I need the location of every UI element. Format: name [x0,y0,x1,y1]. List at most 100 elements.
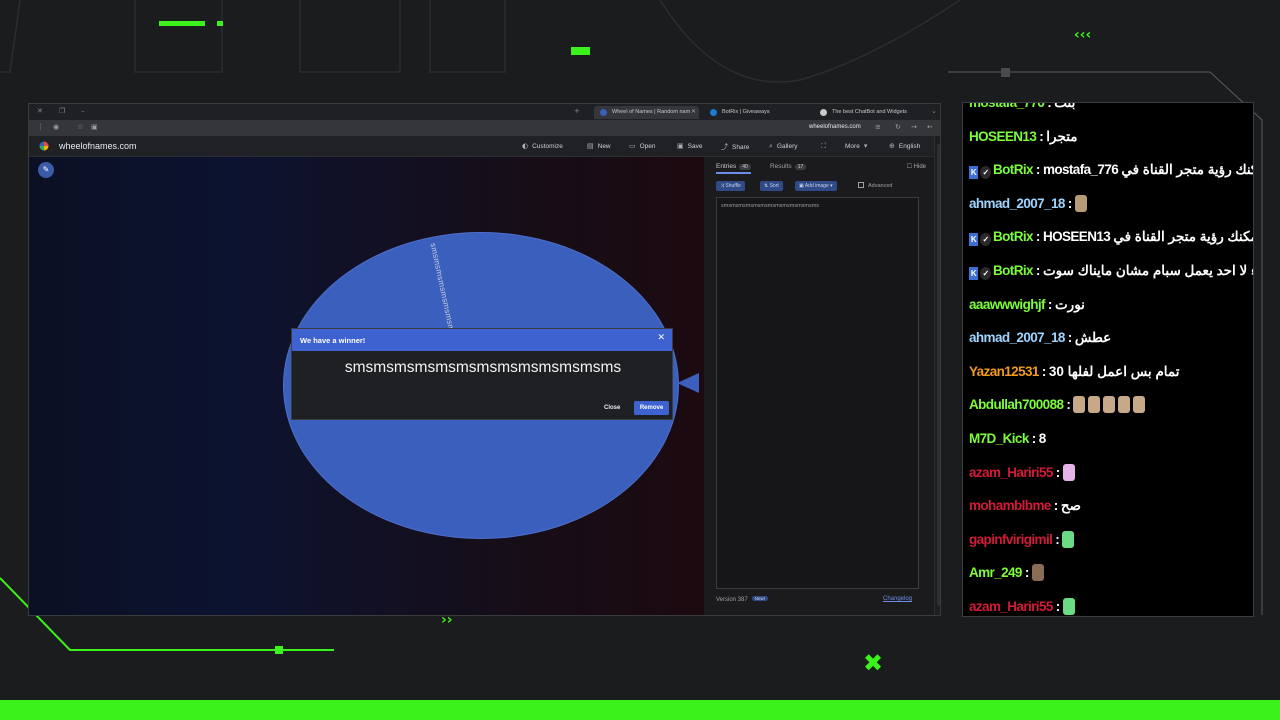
chat-username[interactable]: HOSEEN13 [969,129,1037,144]
nav-label: More [845,143,860,150]
tab-close-icon[interactable]: ✕ [691,108,696,115]
emote-icon [1133,396,1146,414]
advanced-label: Advanced [868,183,893,189]
nav-gallery[interactable]: ⌕ Gallery [769,142,798,151]
botrix-favicon-icon [710,109,717,116]
scrollbar-thumb[interactable] [937,144,940,606]
chat-username[interactable]: azam_Hariri55 [969,599,1053,614]
nav-fullscreen[interactable]: ⛶ [821,142,830,151]
shuffle-label: Shuffle [725,183,741,189]
add-image-button[interactable]: ▣ Add image ▾ [795,181,837,191]
url-field[interactable]: wheelofnames.com [809,124,861,130]
minimize-window-icon[interactable]: – [81,107,85,115]
chat-message: gapinfvirigimil: [969,528,1075,552]
chat-username[interactable]: Abdullah700088 [969,397,1064,412]
chat-message: Yazan12531: تمام بس اعمل لفلها 30 [969,360,1180,384]
verified-badge-icon: ✓ [980,233,991,247]
chat-username[interactable]: Yazan12531 [969,364,1039,379]
tab-search-icon[interactable]: ⌄ [931,107,937,115]
nav-open[interactable]: ▭ Open [629,142,656,150]
forward-icon[interactable]: → [911,123,917,131]
sort-button[interactable]: ⇅ Sort [760,181,783,191]
chat-message: ahmad_2007_18: [969,192,1087,216]
chat-username[interactable]: BotRix [993,162,1034,177]
chat-panel: mostafa_776: بنت HOSEEN13: متجرا K ✓ BotRix:… [962,102,1254,617]
restore-window-icon[interactable]: ❐ [59,107,65,115]
checkbox-icon [858,182,864,188]
emote-icon [1074,194,1087,212]
advanced-toggle[interactable]: Advanced [858,181,892,191]
chat-username[interactable]: Amr_249 [969,565,1022,580]
chat-username[interactable]: ahmad_2007_18 [969,196,1065,211]
results-count-badge: 17 [794,164,807,170]
add-image-label: Add image [804,183,829,189]
chat-username[interactable]: gapinfvirigimil [969,532,1053,547]
tab-results[interactable]: Results 17 [770,163,807,170]
edit-pencil-button[interactable]: ✎ [38,162,54,178]
hide-panel-toggle[interactable]: ☐ Hide [907,163,926,170]
tab-wheel-of-names[interactable]: Wheel of Names | Random nam ✕ [594,106,699,119]
chat-text: : صح [1053,498,1082,514]
chat-username[interactable]: ahmad_2007_18 [969,330,1065,345]
nav-customize[interactable]: ◐ Customize [522,142,563,150]
shuffle-button[interactable]: ⤨ Shuffle [716,181,745,191]
sort-label: Sort [769,183,779,189]
tab-botrix-giveaways[interactable]: BotRix | Giveaways [704,106,809,119]
deco-grey-square [1001,68,1010,77]
menu-dots-icon[interactable]: ⋮ [37,123,44,131]
checkbox-icon: ☐ [906,164,914,170]
tab-entries-label: Entries [716,163,737,170]
page-scrollbar[interactable] [934,136,940,615]
new-file-icon: ▤ [587,142,594,150]
nav-more[interactable]: More ▾ [845,142,871,150]
star-icon[interactable]: ☆ [77,123,83,131]
nav-share[interactable]: ⤴ Share [721,142,749,152]
nav-language[interactable]: ⊕ English [889,142,920,150]
chat-message: M7D_Kick: 8 [969,427,1046,451]
emote-icon [1118,396,1131,414]
chat-message: Amr_249: [969,561,1044,585]
tab-label: BotRix | Giveaways [722,109,770,115]
chat-username[interactable]: aaawwwighjf [969,297,1046,312]
chat-username[interactable]: BotRix [993,229,1034,244]
chat-username[interactable]: M7D_Kick [969,431,1029,446]
close-button[interactable]: Close [604,405,620,411]
remove-button[interactable]: Remove [634,401,669,415]
reload-icon[interactable]: ↻ [895,123,901,131]
new-tab-icon[interactable]: + [574,107,580,115]
chat-text: : 8 [1031,431,1047,446]
entries-count-badge: 40 [739,164,751,170]
close-icon[interactable]: ✕ [657,333,665,343]
account-icon[interactable]: ◉ [53,123,59,131]
chat-text: : [1067,195,1072,211]
back-icon[interactable]: ← [927,123,933,131]
changelog-link[interactable]: Changelog [883,596,912,602]
site-logo-text[interactable]: wheelofnames.com [59,141,137,151]
new-badge: New! [751,596,768,601]
emote-icon [1088,396,1101,414]
chat-username[interactable]: mohamblbme [969,498,1051,513]
nav-save[interactable]: ▣ Save [677,142,702,150]
chat-message: HOSEEN13: متجرا [969,125,1078,149]
chat-text: : نورت [1047,296,1086,312]
tab-entries[interactable]: Entries 40 [716,163,751,174]
chat-message: Abdullah700088: [969,393,1146,417]
nav-label: New [597,143,611,150]
chat-username[interactable]: mostafa_776 [969,103,1045,110]
chat-username[interactable]: azam_Hariri55 [969,465,1053,480]
chat-text: : رجاء لا احد يعمل سبام مشان مايناك سوت [1035,263,1254,278]
gallery-icon: ⌕ [769,142,773,150]
chat-text: : [1055,464,1060,480]
chat-message: aaawwwighjf: نورت [969,293,1086,317]
verified-badge-icon: ✓ [980,166,991,180]
chat-message: ahmad_2007_18: عطش [969,326,1112,350]
nav-new[interactable]: ▤ New [587,142,611,150]
entries-textarea[interactable]: smsmsmsmsmsmsmsmsmsmsmsmsms [716,197,919,589]
extension-icon[interactable]: ▣ [91,123,98,131]
version-text: Version 387 [716,597,748,603]
chat-username[interactable]: BotRix [993,263,1034,278]
chat-message: mostafa_776: بنت [969,103,1076,115]
tab-chatbot-widgets[interactable]: The best ChatBot and Widgets [814,106,924,119]
close-window-icon[interactable]: ✕ [37,107,43,115]
site-settings-icon[interactable]: ≡ [875,123,881,131]
